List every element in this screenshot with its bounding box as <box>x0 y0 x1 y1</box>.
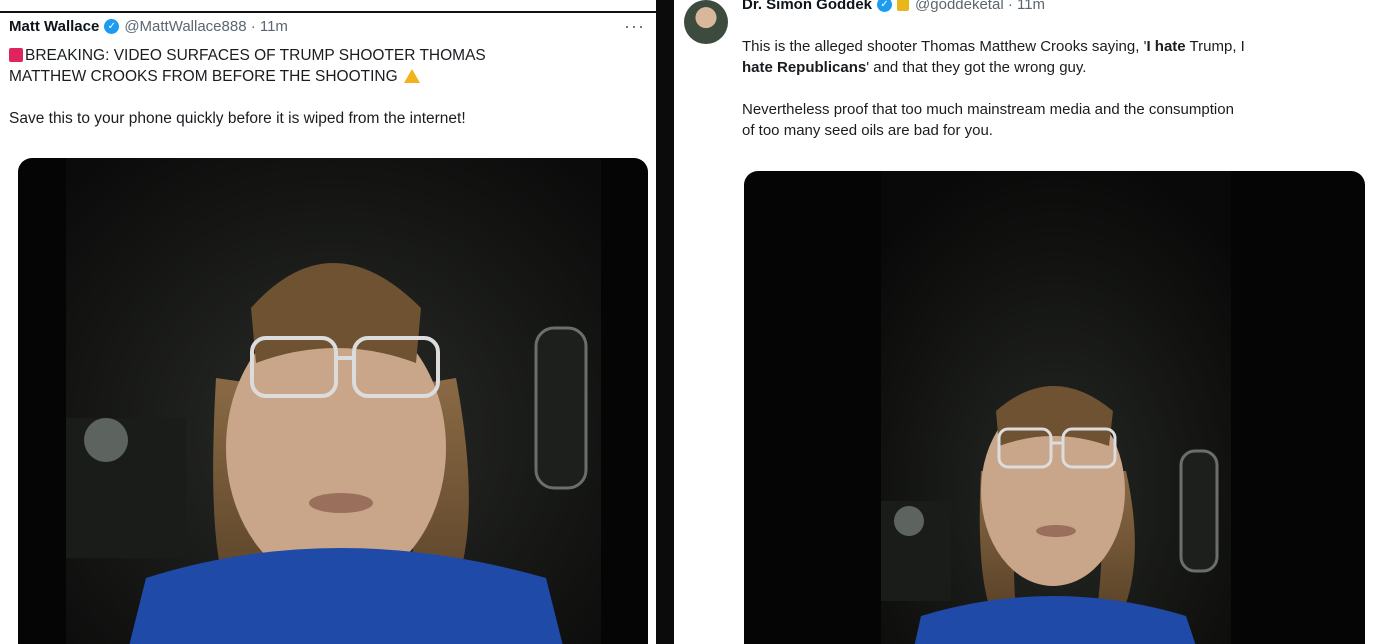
video-player[interactable] <box>744 171 1365 644</box>
video-frame <box>881 171 1231 644</box>
right-tweet-header: Dr. Simon Goddek ✓ @goddeketal · 11m <box>742 0 1045 13</box>
video-player[interactable] <box>18 158 648 644</box>
panel-divider <box>656 0 674 644</box>
bold-segment: hate Republicans <box>742 59 867 76</box>
text-segment: ' and that they got the wrong guy. <box>866 59 1087 76</box>
left-tweet-header: Matt Wallace ✓ @MattWallace888 · 11m <box>9 18 288 35</box>
handle-time[interactable]: @MattWallace888 · 11m <box>124 18 288 35</box>
tweet-body: Save this to your phone quickly before i… <box>9 110 466 127</box>
author-name[interactable]: Dr. Simon Goddek <box>742 0 872 13</box>
tweet-text: This is the alleged shooter Thomas Matth… <box>742 36 1372 141</box>
warning-emoji-icon <box>403 69 420 83</box>
right-tweet: Dr. Simon Goddek ✓ @goddeketal · 11m Thi… <box>674 0 1376 644</box>
tweet-text: BREAKING: VIDEO SURFACES OF TRUMP SHOOTE… <box>9 45 649 129</box>
left-tweet: Matt Wallace ✓ @MattWallace888 · 11m ···… <box>0 0 656 644</box>
tweet-paragraph-2-line-2: of too many seed oils are bad for you. <box>742 122 993 139</box>
handle-time[interactable]: @goddeketal · 11m <box>915 0 1045 13</box>
tweet-line-1-text: BREAKING: VIDEO SURFACES OF TRUMP SHOOTE… <box>25 47 486 64</box>
tweet-line-1: This is the alleged shooter Thomas Matth… <box>742 36 1372 57</box>
breaking-emoji-icon <box>9 48 23 62</box>
tweet-line-2: MATTHEW CROOKS FROM BEFORE THE SHOOTING <box>9 66 649 87</box>
more-options-icon[interactable]: ··· <box>624 16 645 37</box>
tweet-line-2-text: MATTHEW CROOKS FROM BEFORE THE SHOOTING <box>9 68 398 85</box>
text-segment: Trump, I <box>1185 38 1245 55</box>
bold-segment: I hate <box>1146 38 1186 55</box>
text-segment: This is the alleged shooter Thomas Matth… <box>742 38 1147 55</box>
tweet-line-1: BREAKING: VIDEO SURFACES OF TRUMP SHOOTE… <box>9 45 649 66</box>
tweet-line-2: hate Republicans' and that they got the … <box>742 57 1372 78</box>
author-name[interactable]: Matt Wallace <box>9 18 99 35</box>
verified-badge-icon: ✓ <box>104 19 120 34</box>
verified-badge-icon: ✓ <box>877 0 893 12</box>
video-frame <box>66 158 601 644</box>
avatar[interactable] <box>684 0 728 44</box>
top-divider <box>0 11 656 13</box>
tweet-paragraph-2-line-1: Nevertheless proof that too much mainstr… <box>742 101 1234 118</box>
gold-badge-icon <box>897 0 910 11</box>
